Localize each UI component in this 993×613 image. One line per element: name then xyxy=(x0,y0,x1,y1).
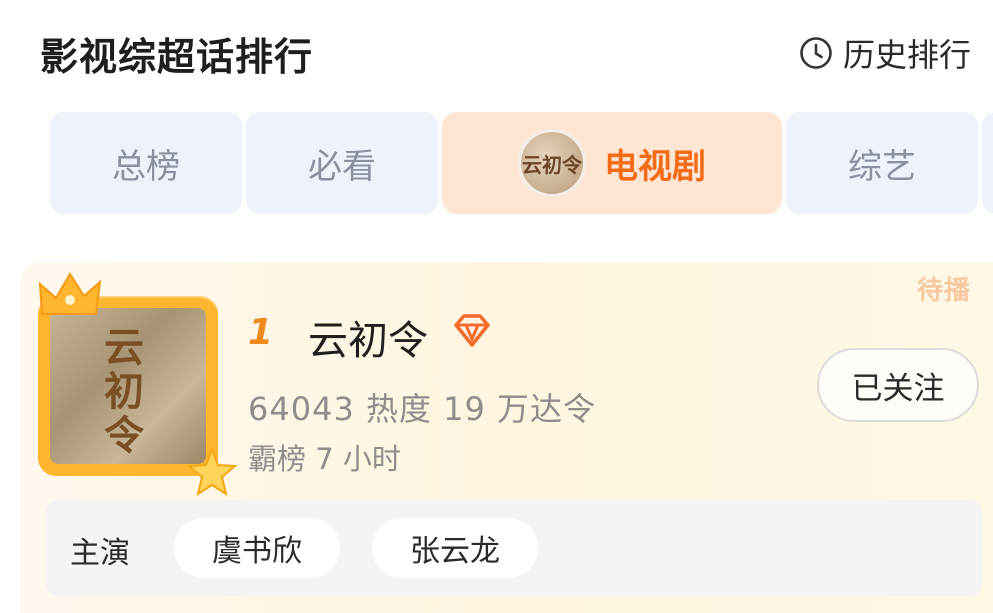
tab-thumbnail: 云初令 xyxy=(518,129,586,197)
status-badge: 待播 xyxy=(916,276,971,306)
cover-frame[interactable]: 云初令 xyxy=(38,272,238,497)
history-ranking-button[interactable]: 历史排行 xyxy=(799,30,971,76)
tab-must-watch[interactable]: 必看 xyxy=(246,112,438,214)
reign-duration: 霸榜 7 小时 xyxy=(248,442,401,476)
cast-chip[interactable]: 虞书欣 xyxy=(174,518,340,578)
show-title[interactable]: 云初令 xyxy=(308,308,428,366)
tab-variety[interactable]: 综艺 xyxy=(786,112,978,214)
cover-image: 云初令 xyxy=(50,308,206,464)
ranking-entry-card[interactable]: 待播 云初令 1 云初令 64043 热度 19 万达令 霸榜 7 小时 已关注… xyxy=(20,262,993,613)
tab-next-partial[interactable] xyxy=(982,112,993,214)
diamond-icon xyxy=(454,314,490,347)
tab-label: 必看 xyxy=(308,146,376,187)
clock-icon xyxy=(800,37,832,69)
crown-icon xyxy=(38,272,102,315)
rank-number: 1 xyxy=(248,312,274,353)
star-icon xyxy=(186,446,238,497)
category-tabs: 总榜 必看 云初令 电视剧 综艺 xyxy=(0,112,993,216)
tab-tv-series[interactable]: 云初令 电视剧 xyxy=(442,112,782,214)
cast-label: 主演 xyxy=(70,536,130,571)
tab-label: 总榜 xyxy=(112,146,180,187)
cover-calligraphy: 云初令 xyxy=(104,324,144,459)
header: 影视综超话排行 历史排行 xyxy=(0,0,993,100)
cast-bar: 主演 虞书欣 张云龙 xyxy=(46,500,982,596)
tab-label: 电视剧 xyxy=(604,146,706,187)
history-ranking-label: 历史排行 xyxy=(842,36,971,74)
heat-stats: 64043 热度 19 万达令 xyxy=(248,390,597,428)
page-title: 影视综超话排行 xyxy=(40,35,314,79)
follow-button[interactable]: 已关注 xyxy=(817,348,979,422)
tab-overall[interactable]: 总榜 xyxy=(50,112,242,214)
cast-chip[interactable]: 张云龙 xyxy=(372,518,538,578)
tab-label: 综艺 xyxy=(848,146,916,187)
